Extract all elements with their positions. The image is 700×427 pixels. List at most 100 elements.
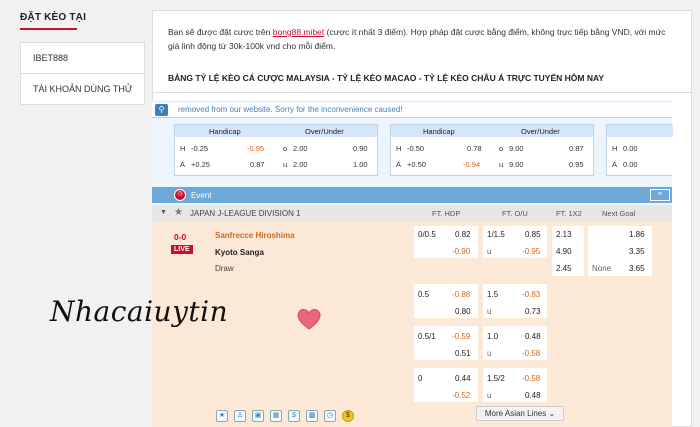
favorite-star-icon[interactable]: ★ <box>216 410 228 422</box>
hdp-home-odds[interactable]: -0.59 <box>452 332 470 341</box>
ou-over-odds[interactable]: -0.83 <box>522 290 540 299</box>
hdp-cell[interactable]: 0 0.44 -0.52 <box>414 368 478 402</box>
card-row-ou: 9.00 <box>509 144 524 153</box>
x12-home-odds[interactable]: 2.13 <box>556 230 572 239</box>
sidebar-title: ĐẶT KÈO TẠI <box>20 12 87 23</box>
hdp-home-odds[interactable]: -0.88 <box>452 290 470 299</box>
clock-history-icon[interactable]: ◷ <box>324 410 336 422</box>
search-icon[interactable]: ⚲ <box>155 104 168 116</box>
card-row-side: A <box>396 160 402 169</box>
card-header <box>607 125 673 137</box>
handicap-label: Handicap <box>209 127 241 136</box>
ou-under-odds[interactable]: 0.73 <box>525 307 541 316</box>
hdp-cell[interactable]: 0.5/1 -0.59 0.51 <box>414 326 478 360</box>
card-row-ou-odds[interactable]: 1.00 <box>353 160 368 169</box>
hdp-home-odds[interactable]: 0.44 <box>455 374 471 383</box>
hdp-away-odds[interactable]: 0.51 <box>455 349 471 358</box>
heart-icon <box>297 309 321 330</box>
card-row-ou-side: o <box>499 144 504 153</box>
ou-cell[interactable]: 1.5 -0.83 u 0.73 <box>483 284 547 318</box>
divider <box>152 92 692 93</box>
more-asian-lines-label: More Asian Lines <box>484 409 547 418</box>
ou-line: 1.5 <box>487 290 499 299</box>
hdp-line: 0/0.5 <box>418 230 436 239</box>
col-ft-hdp: FT. HDP <box>432 209 461 218</box>
player-icon[interactable]: ♙ <box>234 410 246 422</box>
intro-text: Bạn sẽ được đặt cược trên bong88.mibet (… <box>168 25 678 53</box>
hdp-home-odds[interactable]: 0.82 <box>455 230 471 239</box>
collapse-icon[interactable]: ▼ <box>160 209 167 216</box>
ou-cell[interactable]: 1/1.5 0.85 u -0.95 <box>483 226 547 258</box>
card-row-hdp: +0.25 <box>191 160 210 169</box>
sidebar-item-ibet888[interactable]: IBET888 <box>20 42 145 74</box>
ou-under-odds[interactable]: -0.58 <box>522 349 540 358</box>
clock-icon: ◷ <box>174 189 186 201</box>
ou-line: 1.0 <box>487 332 499 341</box>
x12-away-odds[interactable]: 4.90 <box>556 247 572 256</box>
card-row-ou: 9.00 <box>509 160 524 169</box>
next-goal-away-odds[interactable]: 3.35 <box>629 247 645 256</box>
match-score: 0-0 <box>174 232 187 242</box>
card-header: Handicap Over/Under <box>391 125 593 137</box>
hdp-away-odds[interactable]: -0.90 <box>452 247 470 256</box>
next-goal-home-odds[interactable]: 1.86 <box>629 230 645 239</box>
card-row-ou-odds[interactable]: 0.95 <box>569 160 584 169</box>
ou-line: 1/1.5 <box>487 230 505 239</box>
card-row-side: A <box>180 160 186 169</box>
x12-draw-odds[interactable]: 2.45 <box>556 264 572 273</box>
stats-icon[interactable]: ▩ <box>306 410 318 422</box>
dollar-icon[interactable]: $ <box>288 410 300 422</box>
card-row-hdp: 0.00 <box>623 160 638 169</box>
more-asian-lines-button[interactable]: More Asian Lines ⌄ <box>476 406 564 421</box>
card-row-ou-odds[interactable]: 0.90 <box>353 144 368 153</box>
draw-label: Draw <box>215 264 234 273</box>
handicap-label: Handicap <box>423 127 455 136</box>
ou-over-odds[interactable]: 0.48 <box>525 332 541 341</box>
ou-over-odds[interactable]: 0.85 <box>525 230 541 239</box>
hdp-cell[interactable]: 0/0.5 0.82 -0.90 <box>414 226 478 258</box>
filter-icon[interactable]: ≡ <box>650 189 670 201</box>
card-row-hdp-odds[interactable]: 0.78 <box>467 144 482 153</box>
intro-before: Bạn sẽ được đặt cược trên <box>168 27 273 37</box>
hdp-away-odds[interactable]: -0.52 <box>452 391 470 400</box>
x12-cell[interactable]: 2.13 4.90 2.45 <box>552 226 584 276</box>
ou-under-odds[interactable]: -0.95 <box>522 247 540 256</box>
card-row-side: H <box>612 144 618 153</box>
table-title: BẢNG TỶ LỆ KÈO CÁ CƯỢC MALAYSIA - TỶ LỆ … <box>168 73 604 83</box>
grid-icon[interactable]: ▦ <box>270 410 282 422</box>
ou-cell[interactable]: 1.0 0.48 u -0.58 <box>483 326 547 360</box>
sidebar-item-trial-account[interactable]: TÀI KHOẢN DÙNG THỬ <box>20 73 145 105</box>
ou-cell[interactable]: 1.5/2 -0.58 u 0.48 <box>483 368 547 402</box>
card-row-hdp-odds[interactable]: 0.87 <box>250 160 265 169</box>
card-row-ou: 2.00 <box>293 160 308 169</box>
odds-card-2[interactable]: Handicap Over/Under H -0.50 0.78 o 9.00 … <box>390 124 594 176</box>
star-icon[interactable]: ★ <box>174 207 183 218</box>
card-row-ou-odds[interactable]: 0.87 <box>569 144 584 153</box>
event-label: Event <box>191 191 212 200</box>
card-row-hdp: -0.25 <box>191 144 209 153</box>
ou-under-label: u <box>487 307 492 316</box>
ou-under-label: u <box>487 391 492 400</box>
ou-under-label: u <box>487 247 492 256</box>
sidebar-title-underline <box>20 28 77 30</box>
next-goal-cell[interactable]: 1.86 3.35 None 3.65 <box>588 226 652 276</box>
hdp-away-odds[interactable]: 0.80 <box>455 307 471 316</box>
tv-icon[interactable]: ▣ <box>252 410 264 422</box>
card-row-hdp-odds[interactable]: -0.94 <box>463 160 480 169</box>
odds-card-1[interactable]: Handicap Over/Under H -0.25 -0.95 o 2.00… <box>174 124 378 176</box>
odds-card-3[interactable]: H 0.00 A 0.00 <box>606 124 673 176</box>
live-badge: LIVE <box>171 245 193 254</box>
over-under-label: Over/Under <box>521 127 560 136</box>
card-row-side: H <box>180 144 186 153</box>
watermark-text: Nhacaiuytin <box>50 295 229 328</box>
hdp-cell[interactable]: 0.5 -0.88 0.80 <box>414 284 478 318</box>
col-next-goal: Next Goal <box>602 209 636 218</box>
ou-under-odds[interactable]: 0.48 <box>525 391 541 400</box>
currency-coin-icon[interactable]: $ <box>342 410 354 422</box>
bong88-link[interactable]: bong88.mibet <box>273 27 325 37</box>
notice-text: removed from our website. Sorry for the … <box>178 105 403 114</box>
ou-over-odds[interactable]: -0.58 <box>522 374 540 383</box>
next-goal-none-odds[interactable]: 3.65 <box>629 264 645 273</box>
card-row-hdp-odds[interactable]: -0.95 <box>247 144 264 153</box>
home-team: Sanfrecce Hiroshima <box>215 231 295 240</box>
